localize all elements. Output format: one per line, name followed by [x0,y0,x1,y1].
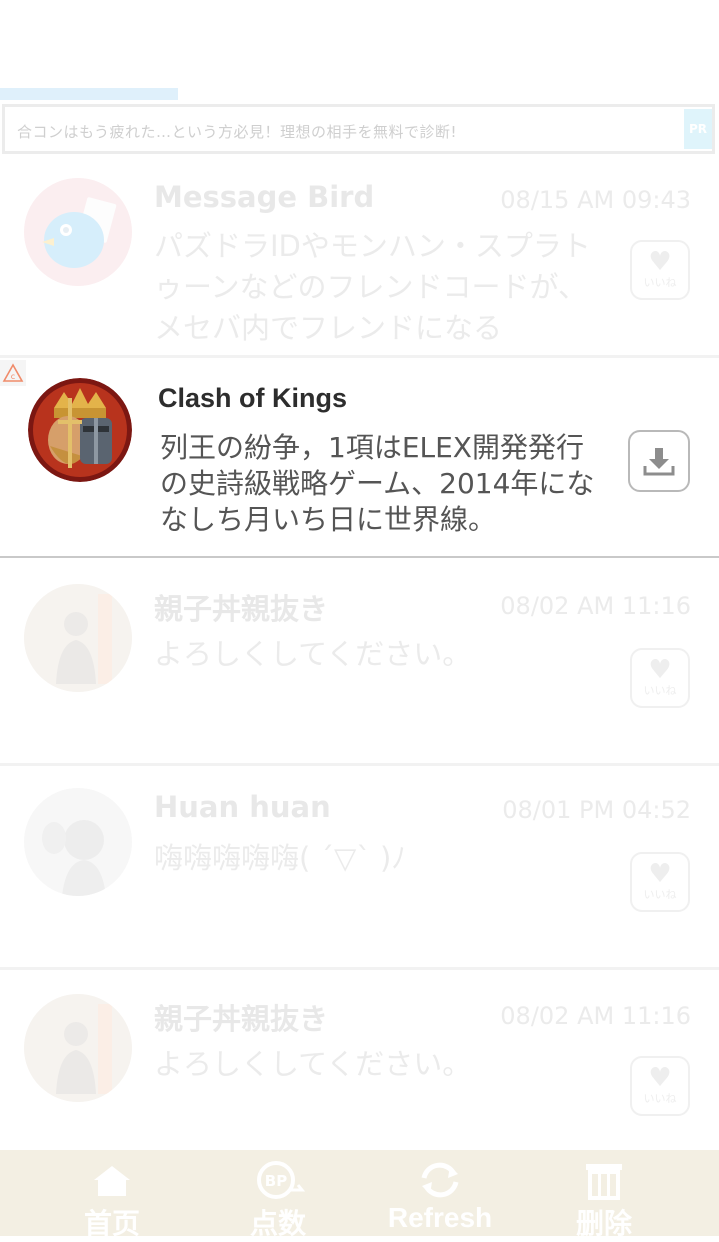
download-icon [643,448,675,476]
bird-avatar [24,178,132,286]
message-row[interactable]: 親子丼親抜き 08/02 AM 11:16 よろしくしてください。 ♥ いいね [0,558,719,766]
message-preview: よろしくしてください。 [154,637,472,671]
like-label: いいね [643,1092,677,1105]
points-icon: BP [218,1160,338,1200]
message-row[interactable]: Message Bird 08/15 AM 09:43 パズドラIDやモンハン・… [0,160,719,358]
ad-banner[interactable]: 合コンはもう疲れた…という方必見！理想の相手を無料で診断! PR [2,104,715,154]
message-row[interactable]: Huan huan 08/01 PM 04:52 嗨嗨嗨嗨嗨( ´▽` )ﾉ ♥… [0,766,719,970]
clash-of-kings-app-icon [28,378,132,482]
tab-label: 首页 [83,1207,140,1240]
message-time: 08/02 AM 11:16 [500,592,691,620]
like-label: いいね [643,888,677,901]
tab-refresh[interactable]: Refresh [380,1150,500,1236]
trash-icon [544,1160,664,1200]
user-avatar [24,584,132,692]
sender-name: Message Bird [154,180,375,214]
loading-progress-bar [0,88,719,100]
sender-name: 親子丼親抜き [154,592,329,626]
svg-text:BP: BP [265,1172,287,1190]
bottom-tab-bar: 首页 BP 点数 Refresh 删除 [0,1150,719,1240]
download-button[interactable] [628,430,690,492]
svg-text:c: c [11,372,15,381]
user-avatar [24,994,132,1102]
sponsored-app-card[interactable]: c Clash of Kings 列王の紛争，1項はELEX開発発行の史詩級戦略… [0,358,719,558]
heart-icon: ♥ [648,247,672,277]
like-button[interactable]: ♥ いいね [630,852,690,912]
message-time: 08/15 AM 09:43 [500,186,691,214]
ad-title: Clash of Kings [158,383,348,413]
adchoices-icon[interactable]: c [0,360,26,386]
like-button[interactable]: ♥ いいね [630,1056,690,1116]
like-label: いいね [643,276,677,289]
top-bar [0,0,719,88]
ad-description: 列王の紛争，1項はELEX開発発行の史詩級戦略ゲーム、2014年にななしち月いち… [160,431,595,536]
tab-label: 删除 [575,1207,632,1240]
like-button[interactable]: ♥ いいね [630,240,690,300]
pr-badge: PR [684,109,712,149]
message-row[interactable]: 親子丼親抜き 08/02 AM 11:16 よろしくしてください。 ♥ いいね [0,970,719,1150]
tab-label: Refresh [387,1202,493,1233]
heart-icon: ♥ [648,859,672,889]
like-label: いいね [643,684,677,697]
message-time: 08/02 AM 11:16 [500,1002,691,1030]
message-preview: パズドラIDやモンハン・スプラトゥーンなどのフレンドコードが、メセバ内でフレンド… [154,229,591,345]
tab-home[interactable]: 首页 [52,1150,172,1240]
refresh-icon [380,1160,500,1200]
heart-icon: ♥ [648,1063,672,1093]
ad-banner-text: 合コンはもう疲れた…という方必見！理想の相手を無料で診断! [17,123,458,141]
tab-delete[interactable]: 删除 [544,1150,664,1240]
heart-icon: ♥ [648,655,672,685]
progress-fill [0,88,178,100]
message-time: 08/01 PM 04:52 [502,796,691,824]
message-preview: よろしくしてください。 [154,1047,472,1081]
tab-label: 点数 [249,1207,306,1240]
sender-name: Huan huan [154,790,331,824]
like-button[interactable]: ♥ いいね [630,648,690,708]
tab-points[interactable]: BP 点数 [218,1150,338,1240]
sender-name: 親子丼親抜き [154,1002,329,1036]
user-avatar [24,788,132,896]
home-icon [52,1160,172,1200]
message-preview: 嗨嗨嗨嗨嗨( ´▽` )ﾉ [154,841,406,875]
